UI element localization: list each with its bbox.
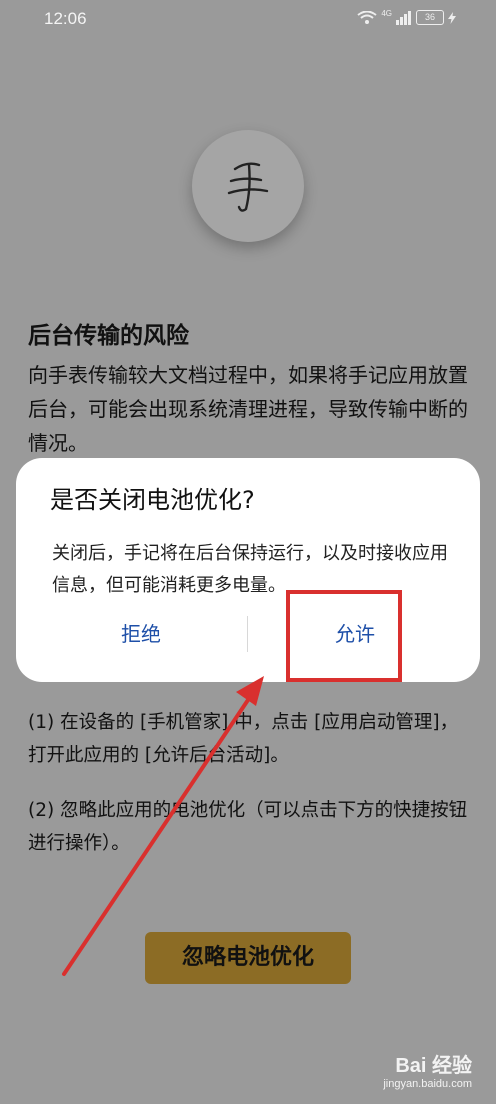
watermark-main: Bai 经验: [395, 1055, 472, 1077]
watermark-url: jingyan.baidu.com: [383, 1078, 472, 1090]
annotation-arrow-icon: [62, 676, 264, 976]
baidu-jingyan-watermark: Bai 经验 jingyan.baidu.com: [383, 1049, 472, 1090]
